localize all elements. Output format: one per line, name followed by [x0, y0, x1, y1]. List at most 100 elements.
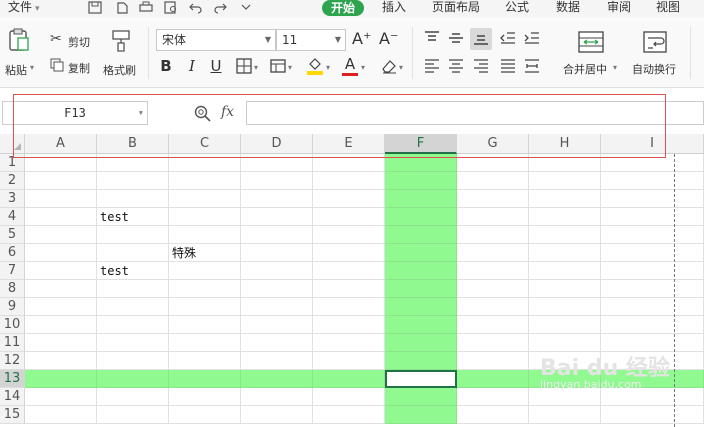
cell-b10[interactable]	[97, 316, 169, 334]
eraser-icon[interactable]	[380, 58, 398, 74]
cell-a6[interactable]	[25, 244, 97, 262]
redo-icon[interactable]	[213, 1, 227, 14]
cell-h10[interactable]	[529, 316, 601, 334]
distribute-icon[interactable]	[524, 59, 540, 73]
cell-e7[interactable]	[313, 262, 385, 280]
cell-i10[interactable]	[601, 316, 704, 334]
cell-i7[interactable]	[601, 262, 704, 280]
cell-f9[interactable]	[385, 298, 457, 316]
increase-font-button[interactable]: A⁺	[352, 30, 371, 48]
cell-g9[interactable]	[457, 298, 529, 316]
cell-b13[interactable]	[97, 370, 169, 388]
cell-d1[interactable]	[241, 154, 313, 172]
cell-c13[interactable]	[169, 370, 241, 388]
cell-d13[interactable]	[241, 370, 313, 388]
cell-d2[interactable]	[241, 172, 313, 190]
cell-g4[interactable]	[457, 208, 529, 226]
decrease-font-button[interactable]: A⁻	[379, 30, 398, 48]
row-header-14[interactable]: 14	[0, 388, 25, 406]
indent-decrease-icon[interactable]	[500, 31, 516, 45]
cell-style-icon[interactable]	[270, 58, 286, 74]
align-left-icon[interactable]	[424, 59, 440, 73]
cell-f10[interactable]	[385, 316, 457, 334]
cell-e6[interactable]	[313, 244, 385, 262]
cell-c9[interactable]	[169, 298, 241, 316]
cell-a2[interactable]	[25, 172, 97, 190]
indent-increase-icon[interactable]	[524, 31, 540, 45]
cell-c1[interactable]	[169, 154, 241, 172]
cell-a13[interactable]	[25, 370, 97, 388]
cell-d7[interactable]	[241, 262, 313, 280]
cell-d9[interactable]	[241, 298, 313, 316]
cell-a8[interactable]	[25, 280, 97, 298]
save-icon[interactable]	[88, 1, 102, 14]
formula-input[interactable]	[246, 101, 704, 125]
cell-g5[interactable]	[457, 226, 529, 244]
cell-c2[interactable]	[169, 172, 241, 190]
cell-e2[interactable]	[313, 172, 385, 190]
cell-d12[interactable]	[241, 352, 313, 370]
font-size-select[interactable]: 11 ▼	[276, 29, 346, 51]
cell-a1[interactable]	[25, 154, 97, 172]
align-bottom-icon[interactable]	[473, 31, 489, 45]
cell-c10[interactable]	[169, 316, 241, 334]
cell-b7[interactable]: test	[97, 262, 169, 280]
cell-a12[interactable]	[25, 352, 97, 370]
cell-c6[interactable]: 特殊	[169, 244, 241, 262]
align-right-icon[interactable]	[473, 59, 489, 73]
row-header-12[interactable]: 12	[0, 352, 25, 370]
undo-icon[interactable]	[189, 1, 203, 14]
borders-icon[interactable]	[236, 58, 252, 74]
cell-e5[interactable]	[313, 226, 385, 244]
cell-d11[interactable]	[241, 334, 313, 352]
cell-d15[interactable]	[241, 406, 313, 424]
fx-insert-function-button[interactable]: fx	[221, 104, 234, 120]
cell-e14[interactable]	[313, 388, 385, 406]
cell-h5[interactable]	[529, 226, 601, 244]
cell-e9[interactable]	[313, 298, 385, 316]
cell-g1[interactable]	[457, 154, 529, 172]
cell-b8[interactable]	[97, 280, 169, 298]
cell-b6[interactable]	[97, 244, 169, 262]
cell-d14[interactable]	[241, 388, 313, 406]
cell-b9[interactable]	[97, 298, 169, 316]
cell-a3[interactable]	[25, 190, 97, 208]
cell-i4[interactable]	[601, 208, 704, 226]
zoom-search-icon[interactable]	[194, 105, 212, 122]
row-header-4[interactable]: 4	[0, 208, 25, 226]
bold-button[interactable]: B	[158, 57, 174, 75]
cell-i6[interactable]	[601, 244, 704, 262]
cell-e15[interactable]	[313, 406, 385, 424]
cell-h1[interactable]	[529, 154, 601, 172]
align-middle-icon[interactable]	[448, 31, 464, 45]
cell-b4[interactable]: test	[97, 208, 169, 226]
cell-area[interactable]: test 特殊 test	[25, 154, 704, 427]
cell-f4[interactable]	[385, 208, 457, 226]
cell-h4[interactable]	[529, 208, 601, 226]
column-header-f[interactable]: F	[385, 134, 457, 154]
cell-d6[interactable]	[241, 244, 313, 262]
cell-h2[interactable]	[529, 172, 601, 190]
row-header-9[interactable]: 9	[0, 298, 25, 316]
cell-e3[interactable]	[313, 190, 385, 208]
underline-button[interactable]: U	[208, 57, 224, 75]
cell-h6[interactable]	[529, 244, 601, 262]
cell-d4[interactable]	[241, 208, 313, 226]
cell-e1[interactable]	[313, 154, 385, 172]
cell-e8[interactable]	[313, 280, 385, 298]
export-icon[interactable]	[115, 1, 129, 14]
cell-i1[interactable]	[601, 154, 704, 172]
cell-a10[interactable]	[25, 316, 97, 334]
cell-a4[interactable]	[25, 208, 97, 226]
cell-f7[interactable]	[385, 262, 457, 280]
cell-h13[interactable]	[529, 370, 601, 388]
row-header-6[interactable]: 6	[0, 244, 25, 262]
cell-g13[interactable]	[457, 370, 529, 388]
cell-g6[interactable]	[457, 244, 529, 262]
cell-f14[interactable]	[385, 388, 457, 406]
cell-e13[interactable]	[313, 370, 385, 388]
cell-d8[interactable]	[241, 280, 313, 298]
tab-data[interactable]: 数据	[556, 0, 580, 15]
cell-c15[interactable]	[169, 406, 241, 424]
column-header-i[interactable]: I	[601, 134, 704, 154]
